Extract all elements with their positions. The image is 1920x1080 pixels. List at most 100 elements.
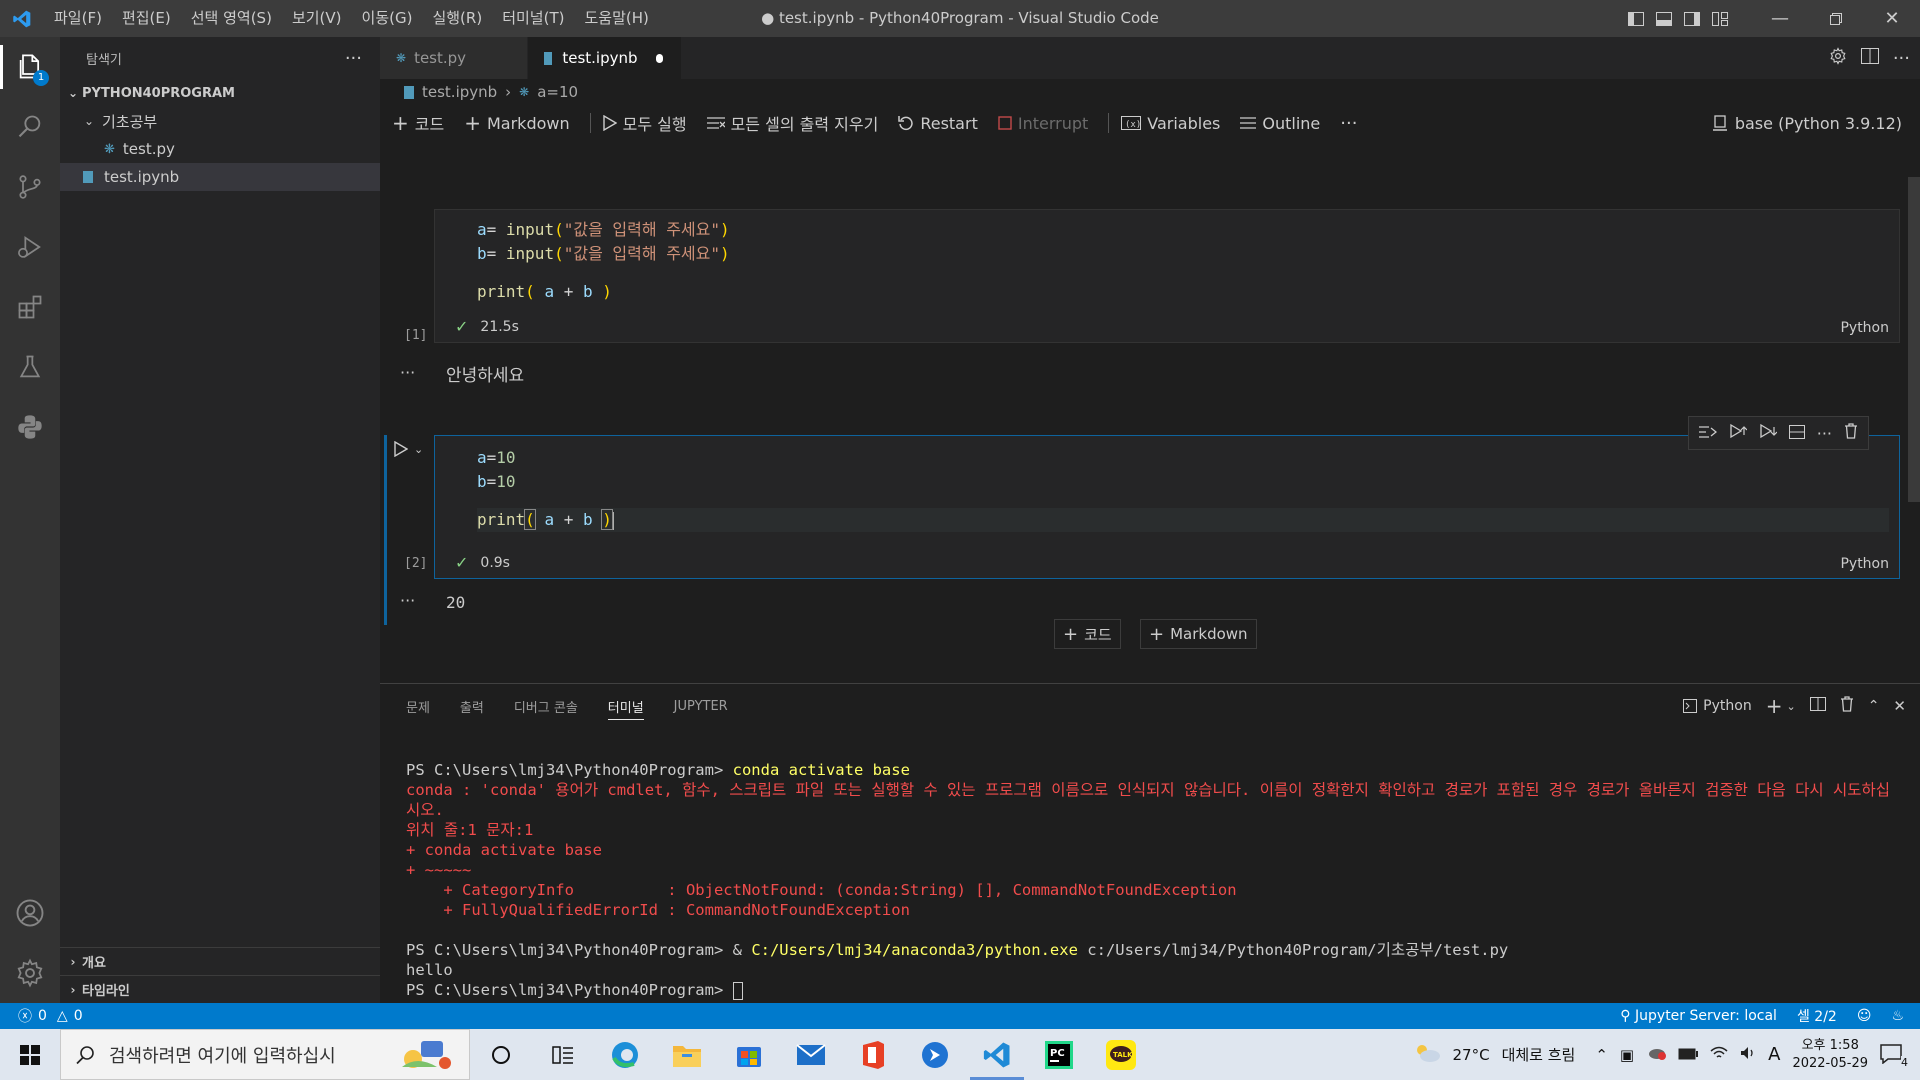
run-below-icon[interactable] xyxy=(1759,423,1778,443)
add-markdown-cell-button[interactable]: + Markdown xyxy=(1140,619,1257,649)
timeline-section[interactable]: › 타임라인 xyxy=(60,975,380,1003)
extensions-icon[interactable] xyxy=(0,277,60,337)
outline-section[interactable]: › 개요 xyxy=(60,947,380,975)
tab-test-ipynb[interactable]: test.ipynb xyxy=(528,37,682,79)
kernel-picker[interactable]: base (Python 3.9.12) xyxy=(1712,105,1902,141)
widgets-icon[interactable] xyxy=(532,1029,594,1080)
chevron-down-icon[interactable]: ⌄ xyxy=(414,443,423,456)
restore-button[interactable] xyxy=(1808,0,1864,37)
tab-terminal[interactable]: 터미널 xyxy=(607,684,644,728)
split-cell-icon[interactable] xyxy=(1788,424,1805,443)
toggle-panel-icon[interactable] xyxy=(1650,0,1678,37)
tab-jupyter[interactable]: JUPYTER xyxy=(674,684,728,728)
menu-edit[interactable]: 편집(E) xyxy=(112,0,181,37)
workspace-root[interactable]: ⌄ PYTHON40PROGRAM xyxy=(60,79,380,107)
close-button[interactable]: ✕ xyxy=(1864,0,1920,37)
tab-output[interactable]: 출력 xyxy=(460,684,484,728)
code-editor[interactable]: a= input("값을 입력해 주세요") b= input("값을 입력해 … xyxy=(435,210,1899,304)
interrupt-button[interactable]: Interrupt xyxy=(998,114,1088,133)
file-item-test-ipynb[interactable]: test.ipynb xyxy=(60,163,380,191)
variables-button[interactable]: (x) Variables xyxy=(1121,114,1220,133)
pycharm-icon[interactable]: PC xyxy=(1028,1029,1090,1080)
cell-language[interactable]: Python xyxy=(1840,320,1889,336)
testing-icon[interactable] xyxy=(0,337,60,397)
new-terminal-plus-icon[interactable]: + xyxy=(1766,694,1783,718)
output-menu-icon[interactable]: ··· xyxy=(400,363,415,382)
windows-start-icon[interactable] xyxy=(0,1029,60,1080)
mail-icon[interactable] xyxy=(780,1029,842,1080)
kill-terminal-icon[interactable] xyxy=(1840,696,1854,716)
chevron-up-icon[interactable]: ⌃ xyxy=(1595,1046,1608,1064)
menu-view[interactable]: 보기(V) xyxy=(282,0,352,37)
onedrive-icon[interactable] xyxy=(1646,1046,1667,1064)
gear-icon[interactable] xyxy=(0,943,60,1003)
taskbar-search[interactable]: 검색하려면 여기에 입력하십시 xyxy=(60,1029,470,1080)
gear-icon[interactable] xyxy=(1829,47,1847,69)
close-panel-icon[interactable]: ✕ xyxy=(1893,697,1906,715)
tab-test-py[interactable]: ❋ test.py xyxy=(380,37,528,79)
office-icon[interactable] xyxy=(842,1029,904,1080)
bell-icon[interactable]: ♨ xyxy=(1891,1008,1904,1024)
tab-debug-console[interactable]: 디버그 콘솔 xyxy=(514,684,578,728)
cell-language[interactable]: Python xyxy=(1840,556,1889,572)
more-actions-icon[interactable]: ··· xyxy=(1817,424,1832,443)
more-actions-icon[interactable]: ··· xyxy=(1893,48,1910,69)
vscode-taskbar-icon[interactable] xyxy=(966,1029,1028,1080)
code-cell[interactable]: a= input("값을 입력해 주세요") b= input("값을 입력해 … xyxy=(434,209,1900,343)
maximize-panel-icon[interactable]: ⌃ xyxy=(1868,698,1880,714)
add-code-cell-button[interactable]: + 코드 xyxy=(392,111,444,135)
menu-terminal[interactable]: 터미널(T) xyxy=(492,0,574,37)
tab-problems[interactable]: 문제 xyxy=(406,684,430,728)
code-cell-focused[interactable]: ··· a=10 b=10 print( a + b ) ✓ 0.9s Pyth… xyxy=(434,416,1900,579)
cell-position[interactable]: 셀 2/2 xyxy=(1797,1006,1837,1026)
terminal-shell-selector[interactable]: Python xyxy=(1683,698,1752,714)
menu-go[interactable]: 이동(G) xyxy=(352,0,423,37)
toggle-secondary-sidebar-icon[interactable] xyxy=(1678,0,1706,37)
edge-browser-icon[interactable] xyxy=(594,1029,656,1080)
files-icon[interactable]: 1 xyxy=(0,37,60,97)
account-icon[interactable] xyxy=(0,883,60,943)
source-control-icon[interactable] xyxy=(0,157,60,217)
split-editor-icon[interactable] xyxy=(1860,48,1879,68)
menu-help[interactable]: 도움말(H) xyxy=(574,0,658,37)
remote-app-icon[interactable] xyxy=(904,1029,966,1080)
delete-cell-icon[interactable] xyxy=(1844,423,1858,443)
code-editor[interactable]: a=10 b=10 print( a + b ) xyxy=(435,436,1899,532)
battery-icon[interactable] xyxy=(1678,1046,1699,1064)
weather-icon[interactable] xyxy=(1413,1042,1441,1068)
run-all-button[interactable]: 모두 실행 xyxy=(602,111,687,135)
kakaotalk-icon[interactable]: TALK xyxy=(1090,1029,1152,1080)
folder-item[interactable]: ⌄ 기초공부 xyxy=(60,107,380,135)
run-cell-button[interactable]: ⌄ xyxy=(394,441,423,457)
minimize-button[interactable]: — xyxy=(1752,0,1808,37)
more-actions-icon[interactable]: ··· xyxy=(1340,113,1357,134)
feedback-icon[interactable]: ☺ xyxy=(1857,1008,1872,1024)
terminal-output[interactable]: PS C:\Users\lmj34\Python40Program> conda… xyxy=(406,760,1890,1000)
output-menu-icon[interactable]: ··· xyxy=(400,591,415,610)
chevron-down-icon[interactable]: ⌄ xyxy=(1786,700,1795,713)
breadcrumb-file[interactable]: test.ipynb xyxy=(422,83,497,101)
breadcrumb-symbol[interactable]: a=10 xyxy=(537,83,578,101)
more-actions-icon[interactable]: ··· xyxy=(345,48,362,69)
restart-button[interactable]: Restart xyxy=(898,114,978,133)
menu-run[interactable]: 실행(R) xyxy=(422,0,492,37)
jupyter-server-status[interactable]: ⚲ Jupyter Server: local xyxy=(1620,1008,1777,1024)
problems-status[interactable]: ⓧ 0 △ 0 xyxy=(0,1006,83,1026)
menu-file[interactable]: 파일(F) xyxy=(44,0,112,37)
weather-temp[interactable]: 27°C xyxy=(1453,1046,1490,1064)
execute-above-icon[interactable] xyxy=(1698,424,1717,443)
task-view-icon[interactable] xyxy=(470,1029,532,1080)
microsoft-store-icon[interactable] xyxy=(718,1029,780,1080)
wifi-icon[interactable] xyxy=(1710,1046,1728,1064)
weather-desc[interactable]: 대체로 흐림 xyxy=(1502,1044,1576,1065)
customize-layout-icon[interactable] xyxy=(1706,0,1734,37)
split-terminal-icon[interactable] xyxy=(1809,697,1826,715)
add-markdown-cell-button[interactable]: + Markdown xyxy=(464,111,569,135)
add-code-cell-button[interactable]: + 코드 xyxy=(1054,619,1121,649)
meet-now-icon[interactable]: ▣ xyxy=(1620,1046,1634,1064)
volume-icon[interactable] xyxy=(1740,1046,1756,1064)
editor-scrollbar[interactable] xyxy=(1908,177,1920,502)
clock[interactable]: 오후 1:58 2022-05-29 xyxy=(1792,1037,1868,1073)
run-debug-icon[interactable] xyxy=(0,217,60,277)
file-item-test-py[interactable]: ❋ test.py xyxy=(60,135,380,163)
